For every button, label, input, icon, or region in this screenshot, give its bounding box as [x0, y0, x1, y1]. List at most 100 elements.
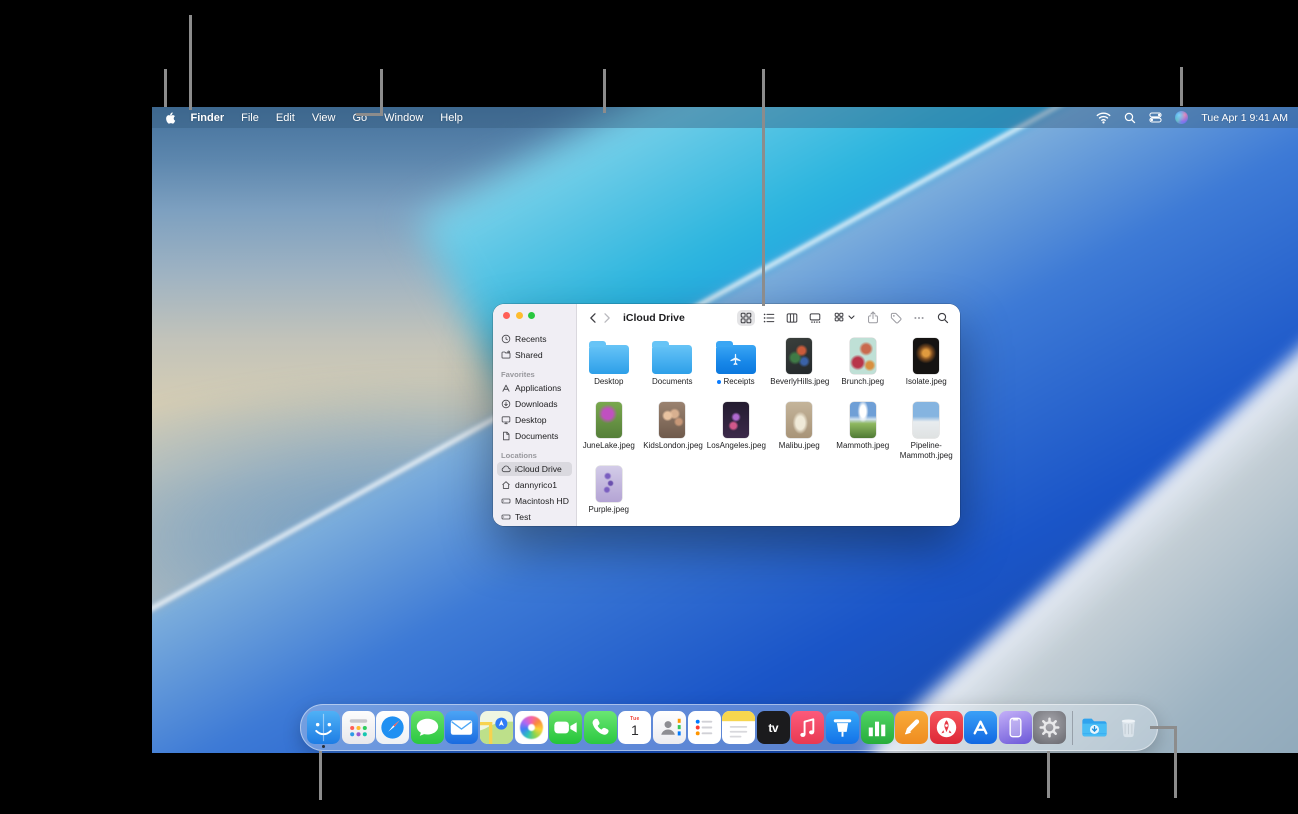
callout-line-apple-menu — [164, 69, 167, 107]
menu-edit[interactable]: Edit — [267, 112, 303, 124]
home-icon — [501, 480, 511, 490]
dock-keynote-icon[interactable] — [826, 711, 859, 744]
file-label: BeverlyHills.jpeg — [770, 377, 828, 387]
file-isolate-jpeg[interactable]: Isolate.jpeg — [895, 334, 959, 398]
menu-window[interactable]: Window — [376, 112, 432, 124]
file-desktop[interactable]: Desktop — [577, 334, 641, 398]
dock-contacts-icon[interactable] — [653, 711, 686, 744]
callout-line-finder-window — [762, 69, 765, 306]
window-controls — [493, 304, 576, 330]
dock-iphone-mirroring-icon[interactable] — [999, 711, 1032, 744]
sidebar-item-applications[interactable]: Applications — [497, 381, 572, 395]
dock-safari-icon[interactable] — [376, 711, 409, 744]
dock-photos-icon[interactable] — [515, 711, 548, 744]
dock-facetime-icon[interactable] — [549, 711, 582, 744]
file-purple-jpeg[interactable]: Purple.jpeg — [577, 462, 641, 526]
file-receipts[interactable]: Receipts — [704, 334, 768, 398]
dock-trash-icon[interactable] — [1112, 711, 1145, 744]
forward-button[interactable] — [600, 310, 614, 326]
image-thumbnail — [850, 402, 876, 438]
sidebar-section-locations: Locations — [501, 451, 568, 460]
search-icon[interactable] — [937, 312, 949, 324]
file-malibu-jpeg[interactable]: Malibu.jpeg — [768, 398, 832, 462]
minimize-button[interactable] — [516, 312, 523, 319]
gallery-view-button[interactable] — [806, 310, 824, 326]
sidebar-section-favorites: Favorites — [501, 370, 568, 379]
column-view-button[interactable] — [783, 310, 801, 326]
folder-icon-airplane — [716, 345, 756, 374]
file-mammoth-jpeg[interactable]: Mammoth.jpeg — [831, 398, 895, 462]
sidebar-item-icloud-drive[interactable]: iCloud Drive — [497, 462, 572, 476]
file-junelake-jpeg[interactable]: JuneLake.jpeg — [577, 398, 641, 462]
menu-view[interactable]: View — [303, 112, 344, 124]
dock-launchpad-icon[interactable] — [342, 711, 375, 744]
file-losangeles-jpeg[interactable]: LosAngeles.jpeg — [704, 398, 768, 462]
menu-bar-clock[interactable]: Tue Apr 1 9:41 AM — [1201, 112, 1288, 124]
file-documents[interactable]: Documents — [641, 334, 705, 398]
sidebar-item-documents[interactable]: Documents — [497, 429, 572, 443]
close-button[interactable] — [503, 312, 510, 319]
icon-view-button[interactable] — [737, 310, 755, 326]
share-icon[interactable] — [867, 311, 879, 324]
sidebar-item-desktop[interactable]: Desktop — [497, 413, 572, 427]
dock-maps-icon[interactable] — [480, 711, 513, 744]
image-thumbnail — [850, 338, 876, 374]
dock-system-settings-icon[interactable] — [1033, 711, 1066, 744]
dock-reminders-icon[interactable] — [688, 711, 721, 744]
dock-tv-icon[interactable]: tv — [757, 711, 790, 744]
file-beverlyhills-jpeg[interactable]: BeverlyHills.jpeg — [768, 334, 832, 398]
wifi-icon[interactable] — [1096, 111, 1111, 124]
finder-window[interactable]: Recents Shared Favorites Applications Downlo… — [493, 304, 960, 526]
callout-line-app-menu — [189, 15, 192, 110]
menu-file[interactable]: File — [233, 112, 268, 124]
annotated-macos-screenshot: { "colors": { "callout_line": "#8c8c8c",… — [0, 0, 1298, 814]
file-label: KidsLondon.jpeg — [643, 441, 701, 451]
toolbar-actions — [867, 311, 925, 324]
control-center-icon[interactable] — [1149, 111, 1162, 124]
menu-help[interactable]: Help — [432, 112, 472, 124]
file-kidslondon-jpeg[interactable]: KidsLondon.jpeg — [641, 398, 705, 462]
sidebar-item-macintosh-hd[interactable]: Macintosh HD — [497, 494, 572, 508]
dock-pages-icon[interactable] — [895, 711, 928, 744]
back-button[interactable] — [586, 310, 600, 326]
running-indicator — [322, 745, 325, 748]
dock-numbers-icon[interactable] — [861, 711, 894, 744]
tag-icon[interactable] — [890, 312, 902, 324]
callout-line-finder-dock-icon — [319, 751, 322, 800]
sidebar-item-shared[interactable]: Shared — [497, 348, 572, 362]
dock-downloads-icon[interactable] — [1078, 711, 1111, 744]
dock-messages-icon[interactable] — [411, 711, 444, 744]
sidebar-item-recents[interactable]: Recents — [497, 332, 572, 346]
sidebar-item-test[interactable]: Test — [497, 510, 572, 524]
spotlight-search-icon[interactable] — [1124, 112, 1136, 124]
file-brunch-jpeg[interactable]: Brunch.jpeg — [831, 334, 895, 398]
dock-games-icon[interactable] — [930, 711, 963, 744]
siri-icon[interactable] — [1175, 111, 1188, 124]
desktop-icon — [501, 415, 511, 425]
file-label: JuneLake.jpeg — [583, 441, 635, 451]
group-button[interactable] — [834, 312, 855, 324]
callout-line-help-menu-horizontal — [356, 113, 383, 116]
dock-calendar-icon[interactable]: Tue1 — [618, 711, 651, 744]
file-label: Documents — [652, 377, 692, 387]
dock-phone-icon[interactable] — [584, 711, 617, 744]
apple-menu[interactable] — [162, 111, 182, 125]
image-thumbnail — [913, 338, 939, 374]
zoom-button[interactable] — [528, 312, 535, 319]
dock-mail-icon[interactable] — [445, 711, 478, 744]
file-label: Malibu.jpeg — [779, 441, 820, 451]
sidebar-item-dannyrico1[interactable]: dannyrico1 — [497, 478, 572, 492]
more-icon[interactable] — [913, 312, 925, 324]
sidebar-item-label: Test — [515, 512, 531, 522]
file-pipeline-mammoth-jpeg[interactable]: Pipeline-Mammoth.jpeg — [895, 398, 959, 462]
dock-app-store-icon[interactable] — [964, 711, 997, 744]
finder-main: iCloud Drive — [577, 304, 960, 526]
menu-finder[interactable]: Finder — [182, 112, 233, 124]
dock-music-icon[interactable] — [791, 711, 824, 744]
dock-finder-icon[interactable] — [307, 711, 340, 744]
list-view-button[interactable] — [760, 310, 778, 326]
dock-notes-icon[interactable] — [722, 711, 755, 744]
sidebar-item-label: iCloud Drive — [515, 464, 562, 474]
callout-line-system-settings-dock-icon — [1047, 751, 1050, 798]
sidebar-item-downloads[interactable]: Downloads — [497, 397, 572, 411]
